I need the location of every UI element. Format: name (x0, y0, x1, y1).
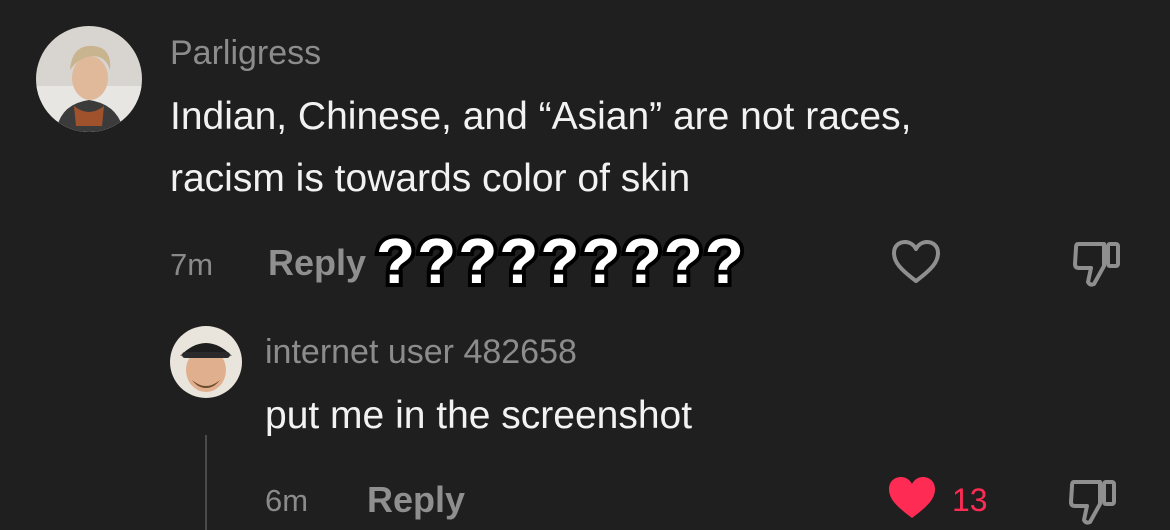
reply-timestamp: 6m (265, 483, 309, 518)
thread-line (205, 435, 207, 530)
reply-avatar[interactable] (170, 326, 242, 398)
reply-thumbs-down-icon[interactable] (1066, 476, 1120, 528)
heart-filled-icon[interactable] (886, 474, 938, 522)
comment-text-line-2: racism is towards color of skin (170, 157, 691, 200)
thumbs-down-icon[interactable] (1070, 238, 1124, 290)
avatar[interactable] (36, 26, 142, 132)
comment-timestamp: 7m (170, 247, 214, 282)
comment-username[interactable]: Parligress (170, 33, 321, 73)
reply-username[interactable]: internet user 482658 (265, 332, 577, 372)
reply-button[interactable]: Reply (268, 243, 366, 283)
overlay-question-marks: ????????? (372, 222, 748, 300)
comment-thread: Parligress Indian, Chinese, and “Asian” … (0, 0, 1170, 530)
reply-reply-button[interactable]: Reply (367, 480, 465, 520)
reply-text: put me in the screenshot (265, 394, 693, 437)
comment-text-line-1: Indian, Chinese, and “Asian” are not rac… (170, 95, 912, 138)
like-count: 13 (952, 482, 988, 518)
heart-outline-icon[interactable] (890, 238, 942, 286)
